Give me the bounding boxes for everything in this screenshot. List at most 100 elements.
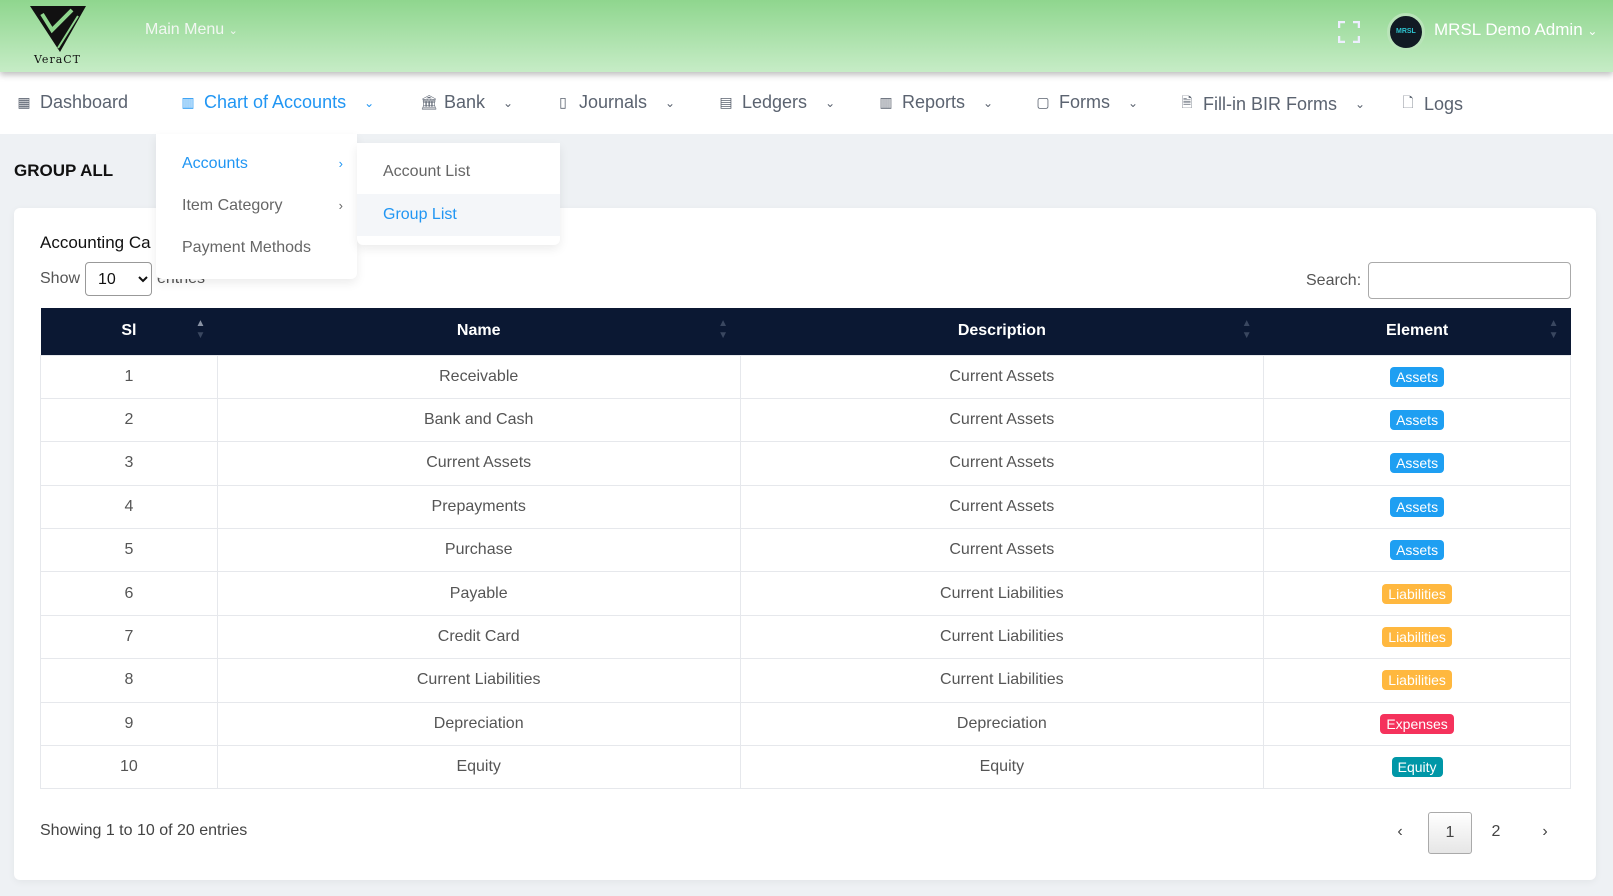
nav-fill-in-bir-forms[interactable]: 🗎 Fill-in BIR Forms ⌄	[1179, 92, 1365, 116]
menu-item-label: Payment Methods	[182, 239, 311, 256]
element-badge: Liabilities	[1382, 627, 1452, 648]
card-title: Accounting Ca	[40, 233, 151, 252]
cell-description: Current Assets	[739, 397, 1265, 443]
cell-element: Assets	[1263, 354, 1571, 399]
avatar-text: MRSL	[1396, 28, 1416, 35]
dashboard-icon: ▦	[17, 94, 31, 110]
nav-label: Logs	[1424, 93, 1464, 114]
table-row: 4 Prepayments Current Assets Assets	[40, 484, 1571, 530]
cell-name: Current Assets	[216, 441, 741, 486]
element-badge: Equity	[1391, 757, 1443, 778]
cell-name: Current Liabilities	[216, 658, 741, 703]
user-menu[interactable]: MRSL Demo Admin ⌄	[1434, 20, 1597, 40]
cell-name: Prepayments	[216, 484, 741, 530]
column-header-element[interactable]: Element ▲ ▼	[1263, 308, 1571, 355]
table-row: 9 Depreciation Depreciation Expenses	[40, 701, 1571, 747]
submenu-account-list[interactable]: Account List	[357, 151, 560, 193]
element-badge: Assets	[1390, 366, 1445, 387]
nav-logs[interactable]: 🗋 Logs	[1400, 92, 1463, 116]
chevron-down-icon: ⌄	[1355, 97, 1366, 111]
menu-item-payment-methods[interactable]: Payment Methods	[156, 227, 357, 269]
nav-bar: ▦ Dashboard ▥ Chart of Accounts ⌄ 🏛 Bank ⌄ ▯ Jour…	[0, 72, 1613, 134]
table-row: 10 Equity Equity Equity	[40, 745, 1571, 790]
column-header-name[interactable]: Name ▲ ▼	[217, 308, 741, 355]
chevron-down-icon: ⌄	[228, 25, 238, 37]
cell-sl: 2	[40, 397, 218, 443]
table-row: 5 Purchase Current Assets Assets	[40, 528, 1571, 573]
cell-element: Equity	[1263, 745, 1571, 790]
cell-sl: 10	[40, 745, 218, 790]
cell-sl: 8	[40, 658, 218, 703]
cell-element: Liabilities	[1263, 571, 1571, 616]
chevron-right-icon: ›	[338, 156, 343, 171]
submenu-group-list[interactable]: Group List	[357, 194, 560, 236]
chart-icon: ▥	[181, 94, 195, 110]
nav-label: Fill-in BIR Forms	[1203, 93, 1337, 114]
cell-element: Expenses	[1263, 701, 1571, 747]
nav-chart-of-accounts[interactable]: ▥ Chart of Accounts ⌄	[180, 92, 374, 113]
journal-icon: ▯	[559, 94, 567, 110]
sort-icon: ▲ ▼	[718, 318, 729, 341]
menu-item-accounts[interactable]: Accounts ›	[156, 143, 357, 185]
nav-ledgers[interactable]: ▤ Ledgers ⌄	[718, 92, 835, 113]
nav-forms[interactable]: ▢ Forms ⌄	[1035, 92, 1138, 113]
cell-name: Purchase	[216, 528, 741, 573]
nav-label: Bank	[444, 92, 486, 112]
avatar[interactable]: MRSL	[1387, 13, 1425, 51]
prev-page-button[interactable]: ‹	[1378, 812, 1422, 854]
cell-element: Liabilities	[1263, 658, 1571, 703]
cell-description: Current Assets	[739, 484, 1265, 530]
nav-reports[interactable]: ▥ Reports ⌄	[878, 92, 993, 113]
cell-sl: 3	[40, 441, 218, 486]
user-name: MRSL Demo Admin	[1434, 20, 1583, 39]
next-page-button[interactable]: ›	[1523, 812, 1567, 854]
chevron-down-icon: ⌄	[364, 95, 375, 110]
menu-item-label: Item Category	[182, 197, 283, 214]
table-row: 8 Current Liabilities Current Liabilities L…	[40, 658, 1571, 703]
main-menu-label: Main Menu	[145, 21, 225, 38]
chevron-down-icon: ⌄	[1587, 24, 1598, 38]
cell-sl: 9	[40, 701, 218, 747]
header-label: Name	[456, 322, 501, 340]
nav-bank[interactable]: 🏛 Bank ⌄	[420, 92, 513, 113]
entries-length-select[interactable]: 10	[85, 262, 152, 296]
cell-sl: 6	[40, 571, 218, 616]
nav-dashboard[interactable]: ▦ Dashboard	[16, 92, 128, 113]
main-menu-dropdown[interactable]: Main Menu ⌄	[145, 21, 238, 39]
cell-description: Current Liabilities	[739, 614, 1265, 660]
ledger-icon: ▤	[719, 94, 733, 110]
table-row: 6 Payable Current Liabilities Liabilities	[40, 571, 1571, 616]
document-icon: 🗎	[1181, 94, 1193, 110]
header-label: Element	[1385, 322, 1449, 340]
cell-description: Current Assets	[739, 528, 1265, 573]
column-header-description[interactable]: Description ▲ ▼	[740, 308, 1264, 355]
cell-sl: 5	[40, 528, 218, 573]
page-1-button[interactable]: 1	[1428, 812, 1472, 854]
chevron-down-icon: ⌄	[825, 95, 836, 110]
cell-sl: 4	[40, 484, 218, 530]
header-label: Sl	[121, 322, 137, 340]
table-row: 2 Bank and Cash Current Assets Assets	[40, 397, 1571, 443]
chevron-down-icon: ⌄	[1128, 95, 1139, 110]
column-header-sl[interactable]: Sl ▲ ▼	[40, 308, 218, 355]
fullscreen-icon[interactable]	[1337, 20, 1361, 44]
cell-name: Credit Card	[216, 614, 741, 660]
cell-element: Assets	[1263, 441, 1571, 486]
menu-item-item-category[interactable]: Item Category ›	[156, 185, 357, 227]
table-row: 7 Credit Card Current Liabilities Liabiliti…	[40, 614, 1571, 660]
nav-label: Journals	[579, 92, 648, 112]
cell-description: Current Liabilities	[739, 571, 1265, 616]
cell-name: Payable	[216, 571, 741, 616]
nav-journals[interactable]: ▯ Journals ⌄	[555, 92, 675, 113]
page-2-button[interactable]: 2	[1474, 812, 1518, 854]
bank-icon: 🏛	[420, 94, 438, 110]
element-badge: Assets	[1390, 410, 1445, 431]
veract-logo[interactable]: VeraCT	[28, 4, 90, 66]
accounts-submenu: Account List Group List	[357, 143, 560, 245]
accounts-table: Sl ▲ ▼ Name ▲ ▼ Description ▲ ▼ Element ▲ ▼ 1 Receiv…	[40, 308, 1571, 790]
element-badge: Expenses	[1380, 713, 1454, 734]
nav-label: Ledgers	[742, 92, 808, 112]
search-input[interactable]	[1368, 262, 1571, 299]
cell-name: Depreciation	[216, 701, 741, 747]
sort-icon: ▲ ▼	[1241, 318, 1252, 341]
